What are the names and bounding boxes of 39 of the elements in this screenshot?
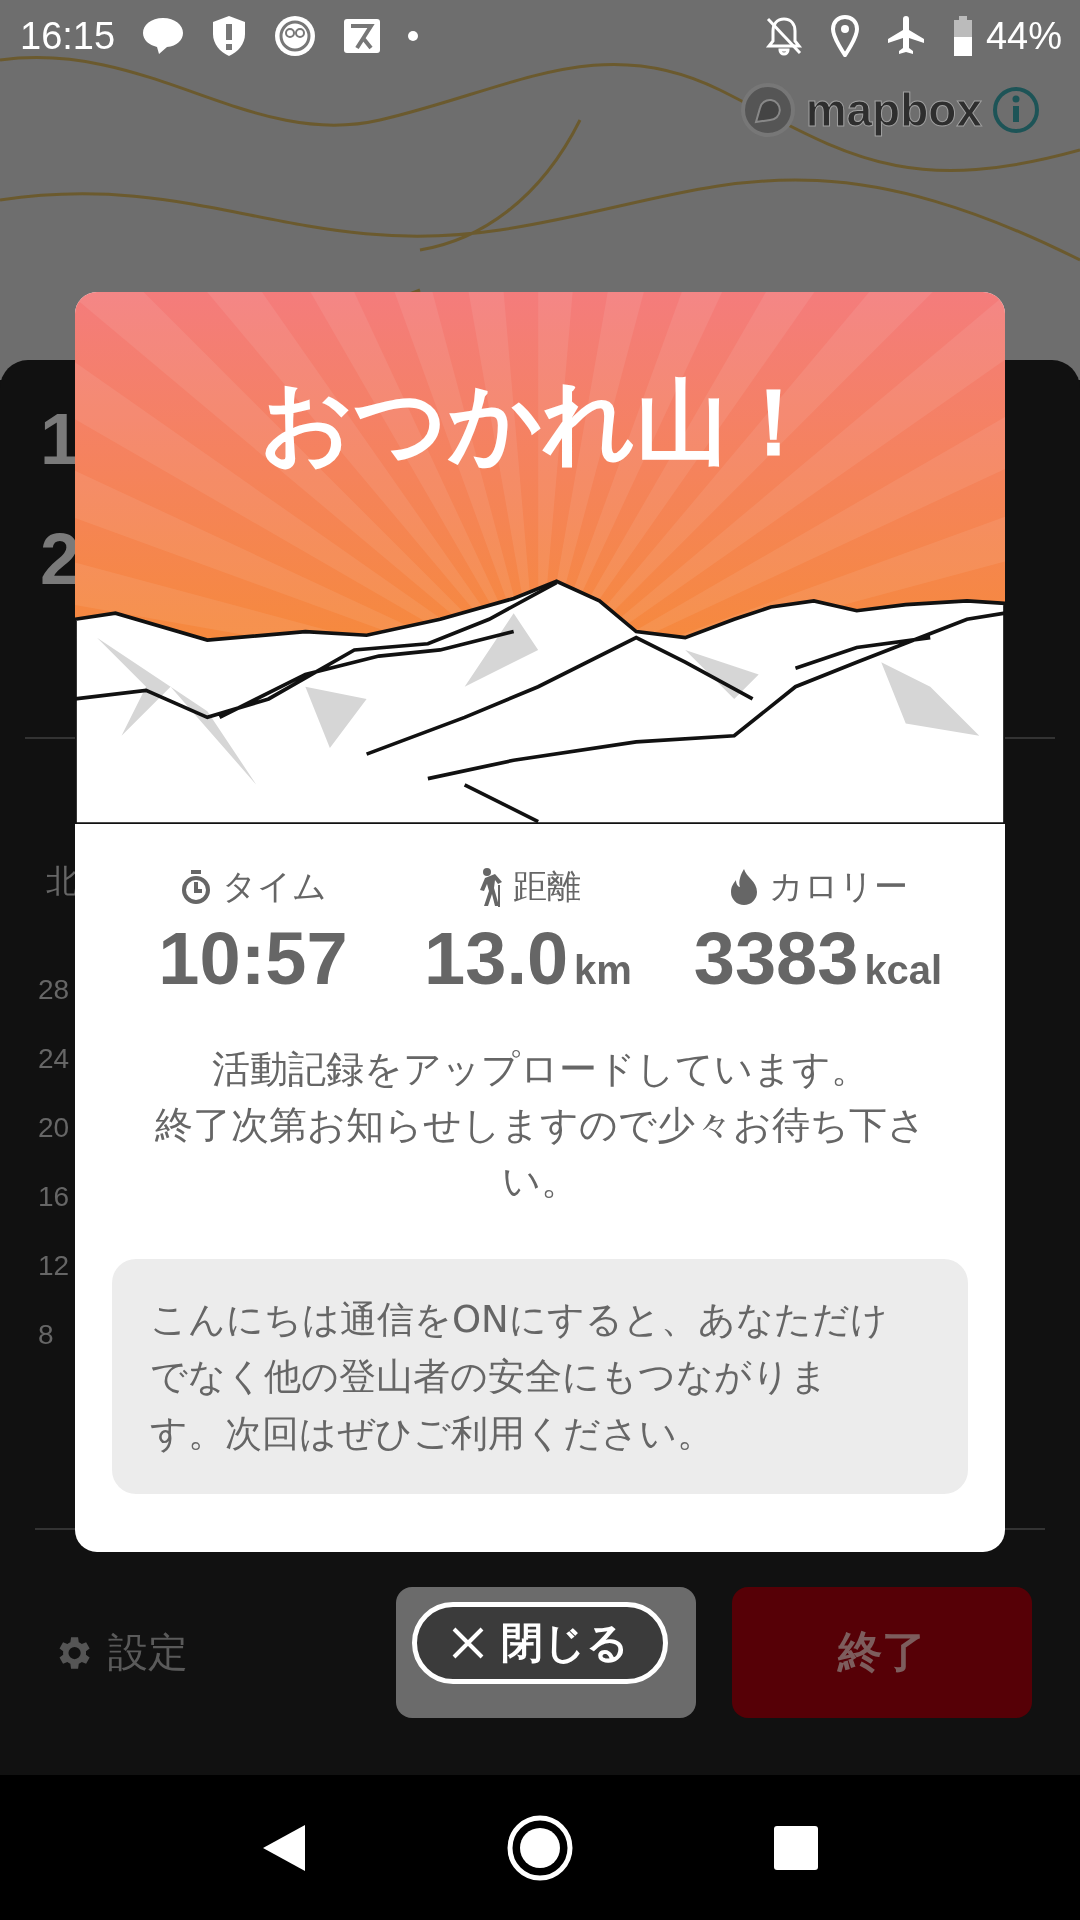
stopwatch-icon: [179, 869, 212, 905]
close-icon: [451, 1626, 485, 1660]
axis-label: 8: [38, 1318, 55, 1352]
bell-off-icon: [763, 15, 804, 57]
flame-icon: [728, 868, 759, 906]
stat-unit: km: [574, 948, 632, 993]
stat-label: 距離: [513, 865, 581, 908]
status-time: 16:15: [20, 14, 116, 58]
airplane-icon: [885, 15, 926, 57]
dialog-title: おつかれ山！: [260, 372, 820, 474]
settings-button[interactable]: 設定: [52, 1625, 396, 1680]
stat-fragment: 2: [40, 518, 81, 600]
stat-value: 3383: [693, 916, 859, 1001]
stat-label: カロリー: [768, 865, 908, 908]
location-pin-icon: [829, 15, 860, 57]
stat-unit: kcal: [864, 948, 943, 993]
home-icon[interactable]: [507, 1814, 573, 1881]
upload-message: 活動記録をアップロードしています。: [210, 1046, 870, 1093]
stat-value: 10:57: [158, 916, 348, 1001]
axis-label: 16: [38, 1180, 70, 1214]
app-square-icon: [343, 18, 382, 54]
upload-message: 終了次第お知らせしますので少々お待ち下さい。: [153, 1102, 927, 1205]
axis-label: 24: [38, 1042, 70, 1076]
close-button[interactable]: 閉じる: [412, 1602, 668, 1684]
stat-label: タイム: [221, 865, 327, 908]
shield-alert-icon: [211, 15, 248, 57]
axis-label: 20: [38, 1111, 70, 1145]
dot-icon: [407, 30, 420, 42]
axis-label: 28: [38, 973, 70, 1007]
back-icon[interactable]: [261, 1822, 307, 1873]
chat-bubble-icon: [141, 16, 186, 56]
notice-text: こんにちは通信をONにすると、あなただけでなく他の登山者の安全にもつながります。次回はぜひご利用ください。: [150, 1297, 889, 1457]
end-button[interactable]: 終了: [732, 1587, 1032, 1718]
stat-fragment: 1: [40, 398, 81, 480]
stat-value: 13.0: [424, 916, 569, 1001]
axis-label: 12: [38, 1249, 70, 1283]
recents-icon[interactable]: [773, 1824, 819, 1871]
circle-face-icon: [273, 14, 318, 58]
battery-percent: 44%: [985, 14, 1062, 58]
